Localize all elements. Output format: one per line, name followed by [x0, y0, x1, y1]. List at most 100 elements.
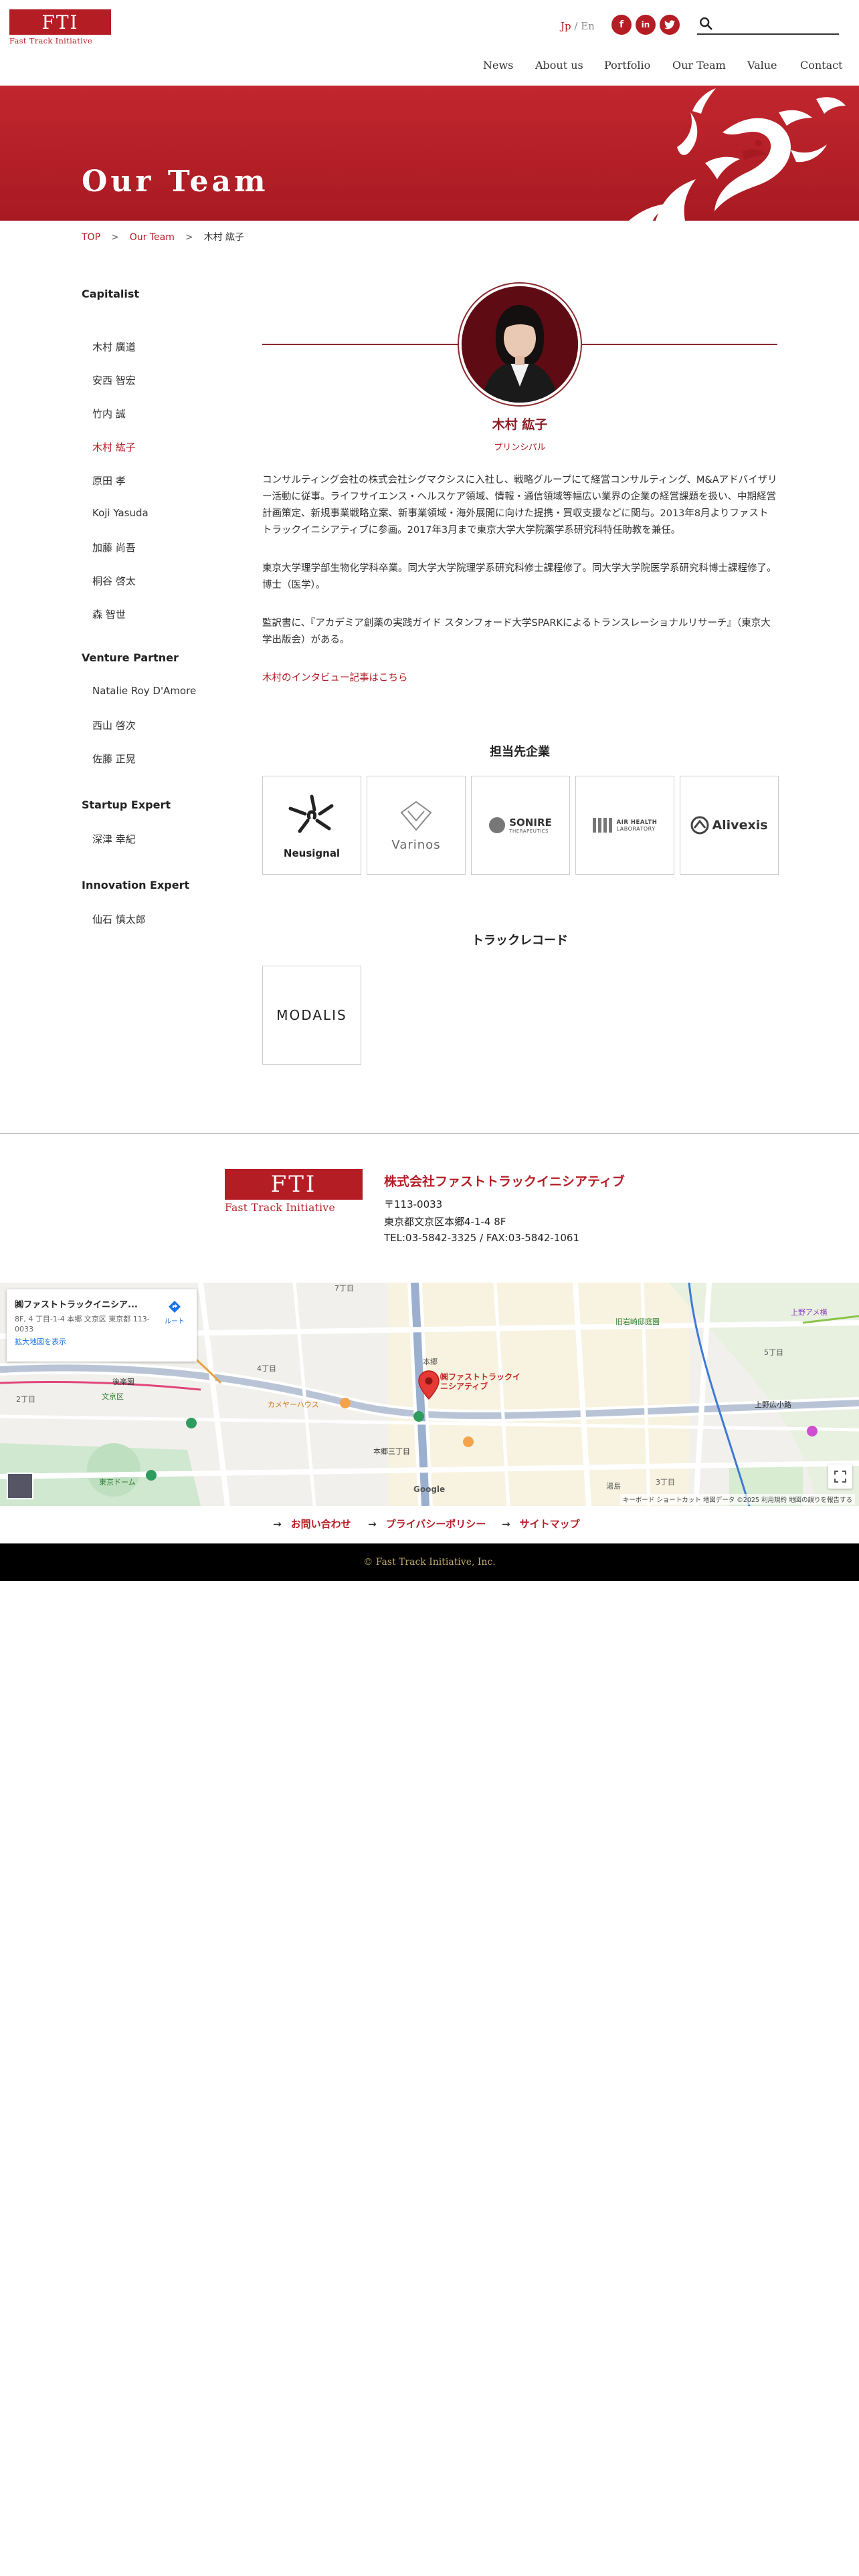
portfolio-section-title: 担当先企業 [490, 745, 550, 759]
lang-jp-link[interactable]: Jp [561, 20, 571, 32]
map-route-label: ルート [165, 1318, 185, 1325]
google-map[interactable]: ㈱ファストトラックイニシアティブ 本郷 本郷三丁目 湯島 上野広小路 上野アメ横… [0, 1283, 859, 1506]
member-bio-paragraph: コンサルティング会社の株式会社シグマクシスに入社し、戦略グループにて経営コンサル… [262, 475, 777, 536]
air-health-logo: AIR HEALTH LABORATORY [592, 817, 658, 834]
company-card-neusignal[interactable]: Neusignal [262, 776, 361, 875]
map-label: 湯島 [606, 1482, 621, 1491]
nav-about-us[interactable]: About us [535, 59, 583, 72]
arrow-right-icon: → [368, 1518, 377, 1530]
map-enlarge-link[interactable]: 拡大地図を表示 [15, 1337, 66, 1346]
map-label: 5丁目 [764, 1348, 783, 1357]
company-card-modalis[interactable]: MODALIS [262, 966, 361, 1065]
nav-our-team[interactable]: Our Team [672, 59, 726, 72]
track-record-section-title: トラックレコード [472, 934, 568, 948]
lang-separator: / [571, 20, 581, 32]
footer-link-sitemap[interactable]: → サイトマップ [502, 1517, 580, 1531]
footer-logo[interactable]: FTI Fast Track Initiative [225, 1169, 363, 1214]
sidebar-item-member[interactable]: 森 智世 [92, 607, 126, 621]
sonire-logo: SONIRE THERAPEUTICS [489, 817, 552, 834]
map-label: 上野広小路 [755, 1400, 791, 1409]
breadcrumb-our-team[interactable]: Our Team [130, 232, 175, 243]
map-satellite-toggle[interactable] [7, 1473, 33, 1499]
map-label: 上野アメ横 [791, 1308, 828, 1317]
sidebar-heading-innovation-expert: Innovation Expert [82, 879, 190, 891]
map-attribution: キーボード ショートカット 地図データ ©2025 利用規約 地図の誤りを報告す… [619, 1494, 855, 1505]
map-label: 本郷三丁目 [373, 1447, 410, 1456]
air-health-mark-icon [592, 818, 612, 833]
member-name: 木村 紘子 [492, 417, 548, 432]
footer-link-label: サイトマップ [519, 1518, 580, 1530]
nav-contact[interactable]: Contact [800, 59, 843, 72]
sidebar-item-member[interactable]: Koji Yasuda [92, 507, 149, 519]
footer-link-privacy-policy[interactable]: → プライバシーポリシー [368, 1517, 486, 1531]
page-hero: Our Team [0, 86, 859, 221]
search-icon[interactable] [698, 16, 713, 31]
map-label: 後楽園 [112, 1378, 134, 1386]
map-label: 4丁目 [257, 1364, 276, 1373]
footer-divider [0, 1133, 859, 1134]
arrow-right-icon: → [502, 1518, 510, 1530]
sidebar-item-member-active[interactable]: 木村 紘子 [92, 440, 136, 454]
footer-tel-fax: TEL:03-5842-3325 / FAX:03-5842-1061 [384, 1232, 580, 1244]
site-logo[interactable]: FTI Fast Track Initiative [9, 9, 111, 47]
breadcrumb-top[interactable]: TOP [82, 232, 100, 243]
search-box [697, 13, 839, 35]
nav-portfolio[interactable]: Portfolio [604, 59, 650, 72]
member-role: プリンシパル [494, 443, 546, 453]
logo-subtitle: Fast Track Initiative [9, 36, 93, 45]
sidebar-item-member[interactable]: 安西 智宏 [92, 373, 136, 387]
map-label: 旧岩崎邸庭園 [615, 1317, 660, 1326]
alivexis-mark-icon [690, 816, 709, 835]
sidebar-item-member[interactable]: 原田 孝 [92, 473, 126, 488]
member-portrait [462, 286, 578, 403]
company-subname: THERAPEUTICS [509, 829, 549, 834]
nav-news[interactable]: News [483, 59, 513, 72]
lang-en-link[interactable]: En [581, 20, 595, 32]
company-card-alivexis[interactable]: Alivexis [680, 776, 779, 875]
map-label: 本郷 [423, 1358, 438, 1366]
footer-link-contact[interactable]: → お問い合わせ [273, 1517, 351, 1531]
copyright-text: © Fast Track Initiative, Inc. [363, 1557, 496, 1568]
sidebar-item-member[interactable]: 西山 啓次 [92, 718, 136, 732]
breadcrumb-separator: > [111, 232, 119, 243]
sidebar-item-member[interactable]: 桐谷 啓太 [92, 574, 136, 588]
google-logo: Google [413, 1485, 446, 1494]
breadcrumb-current: 木村 紘子 [203, 232, 245, 243]
sidebar-heading-venture-partner: Venture Partner [82, 651, 179, 664]
facebook-icon[interactable]: f [611, 15, 632, 35]
sidebar-item-member[interactable]: 仙石 慎太郎 [92, 912, 146, 926]
map-route-button[interactable]: ルート [165, 1300, 185, 1325]
sidebar-item-member[interactable]: 木村 廣道 [92, 340, 136, 354]
company-name: Varinos [391, 837, 441, 852]
map-label: 文京区 [102, 1392, 124, 1401]
sidebar-item-member[interactable]: Natalie Roy D'Amore [92, 685, 196, 697]
page-title: Our Team [82, 165, 269, 199]
company-card-air-health[interactable]: AIR HEALTH LABORATORY [575, 776, 674, 875]
sidebar-item-member[interactable]: 深津 幸紀 [92, 832, 136, 846]
main-nav: News About us Portfolio Our Team Value C… [0, 59, 859, 76]
footer-zip: 〒113-0033 [384, 1198, 443, 1210]
twitter-icon[interactable] [660, 15, 680, 35]
breadcrumb: TOP > Our Team > 木村 紘子 [82, 230, 244, 243]
map-fullscreen-button[interactable] [828, 1465, 852, 1489]
sidebar-heading-capitalist: Capitalist [82, 288, 140, 300]
company-name: Neusignal [283, 847, 341, 859]
arrow-right-icon: → [273, 1518, 282, 1530]
company-subname: LABORATORY [616, 825, 656, 832]
nav-value[interactable]: Value [747, 59, 777, 72]
map-pin-icon[interactable] [417, 1370, 440, 1400]
site-header: FTI Fast Track Initiative Jp / En f in N… [0, 0, 859, 86]
interview-article-link[interactable]: 木村のインタビュー記事はこちら [262, 670, 408, 684]
company-card-varinos[interactable]: Varinos [367, 776, 466, 875]
company-card-sonire[interactable]: SONIRE THERAPEUTICS [471, 776, 570, 875]
footer-logo-mark: FTI [225, 1169, 363, 1200]
search-input[interactable] [719, 15, 836, 32]
sidebar-item-member[interactable]: 竹内 誠 [92, 407, 126, 421]
company-name: SONIRE [509, 817, 552, 829]
neusignal-logo [288, 794, 334, 833]
copyright-bar: © Fast Track Initiative, Inc. [0, 1543, 859, 1581]
sidebar-item-member[interactable]: 佐藤 正晃 [92, 752, 136, 766]
sidebar-item-member[interactable]: 加藤 尚吾 [92, 540, 136, 554]
linkedin-icon[interactable]: in [636, 15, 656, 35]
sonire-mark-icon [489, 817, 506, 833]
